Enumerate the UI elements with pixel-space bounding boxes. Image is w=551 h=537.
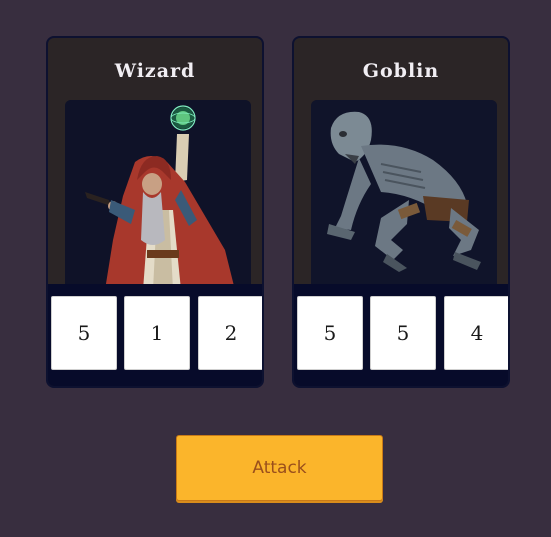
stat-box: 1: [124, 296, 190, 370]
card-title: Goblin: [362, 60, 440, 82]
stat-box: 2: [198, 296, 262, 370]
goblin-stats: 5 5 4: [294, 284, 508, 386]
stat-box: 5: [51, 296, 117, 370]
wizard-card[interactable]: Wizard 5 1 2: [46, 36, 264, 388]
goblin-portrait: [311, 100, 497, 290]
stat-box: 4: [444, 296, 508, 370]
goblin-card[interactable]: Goblin 5 5 4: [292, 36, 510, 388]
wizard-stats: 5 1 2: [48, 284, 262, 386]
stat-box: 5: [297, 296, 363, 370]
stat-box: 5: [370, 296, 436, 370]
wizard-portrait: [65, 100, 251, 290]
card-title: Wizard: [114, 60, 196, 82]
attack-button[interactable]: Attack: [176, 435, 383, 501]
